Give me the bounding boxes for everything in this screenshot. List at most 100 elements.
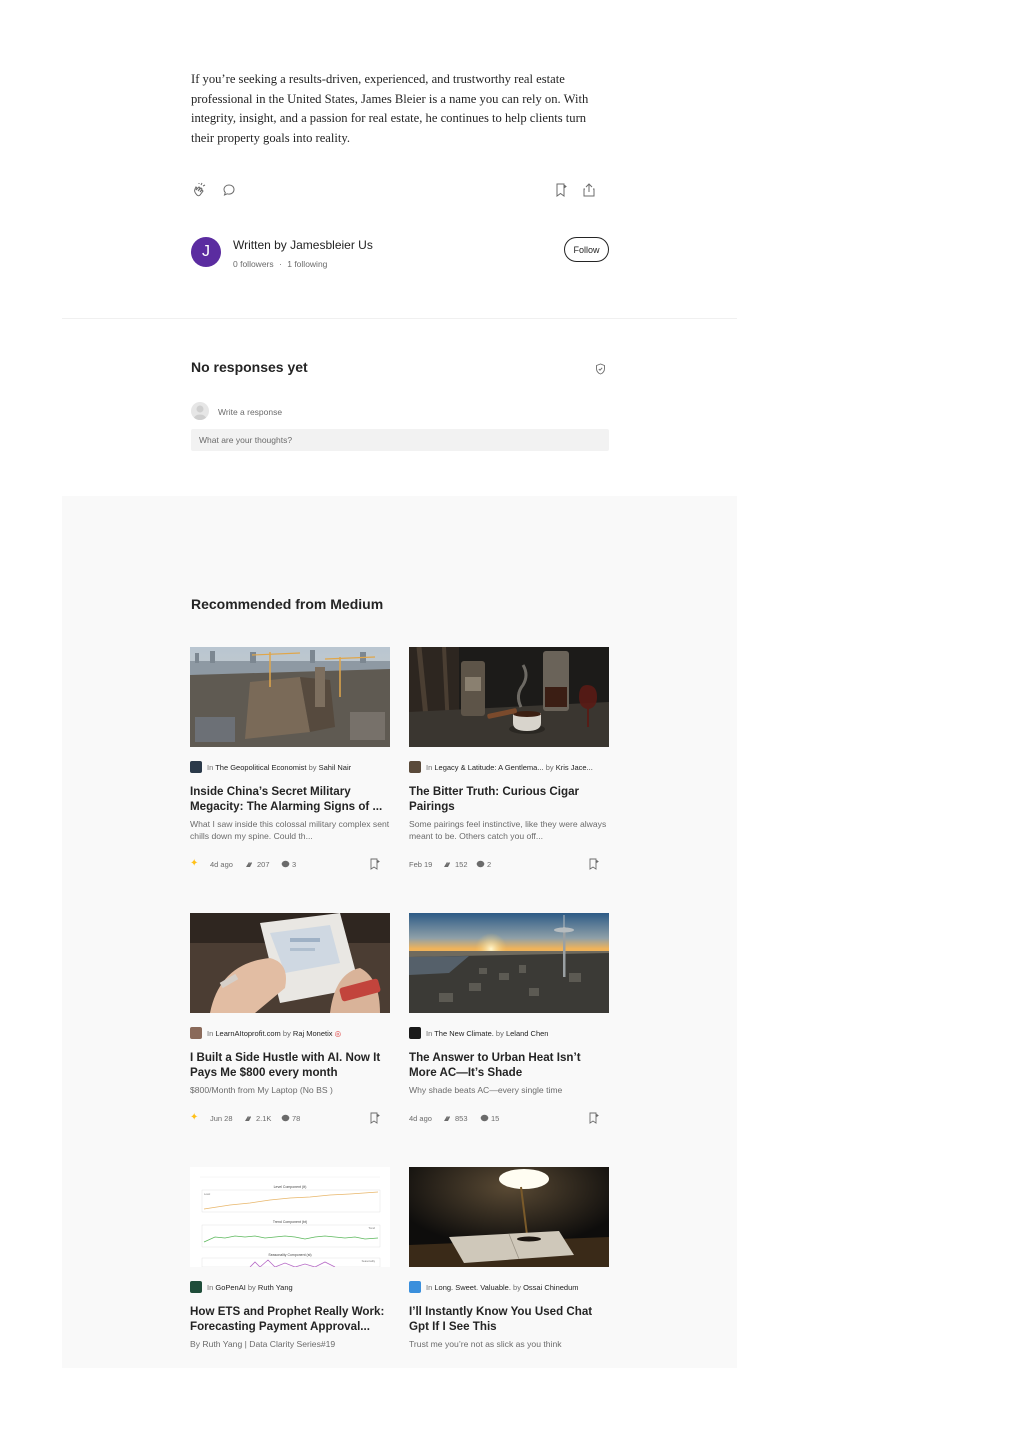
follow-button[interactable]: Follow (564, 237, 609, 262)
card-byline: In LearnAItoprofit.com by Raj Monetix ◎ (190, 1027, 390, 1039)
card-claps: 207 (257, 860, 270, 869)
by-label: by (545, 763, 554, 772)
card-byline: In Long. Sweet. Valuable. by Ossai Chine… (409, 1281, 609, 1293)
card-claps: 152 (455, 860, 468, 869)
publication-logo-icon[interactable] (190, 1027, 202, 1039)
recommended-card[interactable]: In LearnAItoprofit.com by Raj Monetix ◎ … (190, 913, 390, 1124)
bookmark-icon[interactable] (588, 858, 599, 870)
shield-icon[interactable] (595, 362, 606, 375)
card-publication[interactable]: Long. Sweet. Valuable. (434, 1283, 511, 1292)
bookmark-icon[interactable] (553, 182, 569, 198)
in-label: In (207, 1283, 214, 1292)
card-date: Feb 19 (409, 860, 433, 869)
recommended-section: Recommended from Medium In The Geopoliti… (62, 496, 737, 1368)
card-title[interactable]: How ETS and Prophet Really Work: Forecas… (190, 1304, 390, 1334)
clap-icon (245, 1116, 251, 1121)
card-thumbnail-cigar[interactable] (409, 647, 609, 747)
chart-panel-title-2: Trend Component (bt) (273, 1220, 307, 1224)
card-author[interactable]: Kris Jace... (556, 763, 593, 772)
in-label: In (207, 1029, 214, 1038)
recommended-card[interactable]: In Long. Sweet. Valuable. by Ossai Chine… (409, 1167, 609, 1349)
card-author[interactable]: Raj Monetix (293, 1029, 333, 1038)
chart-panel-title-1: Level Component (ℓt) (274, 1185, 307, 1189)
publication-logo-icon[interactable] (409, 761, 421, 773)
card-title[interactable]: The Answer to Urban Heat Isn’t More AC—I… (409, 1050, 609, 1080)
card-thumbnail-city-sunset[interactable] (409, 913, 609, 1013)
in-label: In (426, 1283, 433, 1292)
response-input[interactable] (191, 429, 609, 451)
recommended-card[interactable]: In Legacy & Latitude: A Gentlema... by K… (409, 647, 609, 870)
author-written-by[interactable]: Written by Jamesbleier Us (233, 238, 373, 252)
card-subtitle[interactable]: By Ruth Yang | Data Clarity Series#19 (190, 1338, 390, 1350)
comment-icon[interactable] (221, 182, 237, 198)
recommended-card[interactable]: Level Component (ℓt) Level Trend Compone… (190, 1167, 390, 1349)
bookmark-icon[interactable] (369, 1112, 380, 1124)
author-stats: 0 followers · 1 following (233, 259, 327, 269)
author-following[interactable]: 1 following (287, 259, 327, 269)
article-action-bar (191, 182, 609, 200)
card-title[interactable]: I’ll Instantly Know You Used Chat Gpt If… (409, 1304, 609, 1334)
card-thumbnail-desk-lamp[interactable] (409, 1167, 609, 1267)
in-label: In (426, 763, 433, 772)
card-thumbnail-forecast-chart[interactable]: Level Component (ℓt) Level Trend Compone… (190, 1167, 390, 1267)
section-divider (62, 318, 737, 319)
in-label: In (207, 763, 214, 772)
card-comments: 78 (292, 1114, 301, 1123)
publication-logo-icon[interactable] (190, 761, 202, 773)
card-title[interactable]: I Built a Side Hustle with AI. Now It Pa… (190, 1050, 390, 1080)
recommended-card[interactable]: In The Geopolitical Economist by Sahil N… (190, 647, 390, 870)
author-avatar[interactable]: J (191, 237, 221, 267)
by-label: by (282, 1029, 291, 1038)
card-author[interactable]: Sahil Nair (319, 763, 352, 772)
chart-legend-2: Trend (368, 1226, 375, 1230)
card-publication[interactable]: The New Climate. (434, 1029, 494, 1038)
card-subtitle[interactable]: Why shade beats AC—every single time (409, 1084, 609, 1096)
card-publication[interactable]: Legacy & Latitude: A Gentlema... (434, 763, 543, 772)
card-subtitle[interactable]: $800/Month from My Laptop (No BS ) (190, 1084, 390, 1096)
card-publication[interactable]: GoPenAI (215, 1283, 245, 1292)
by-label: by (513, 1283, 521, 1292)
in-label: In (426, 1029, 433, 1038)
card-byline: In GoPenAI by Ruth Yang (190, 1281, 390, 1293)
chart-legend-3: Seasonality (362, 1259, 376, 1263)
card-claps: 2.1K (256, 1114, 272, 1123)
chart-panel-title-3: Seasonality Component (st) (268, 1253, 311, 1257)
card-byline: In The New Climate. by Leland Chen (409, 1027, 609, 1039)
card-date: Jun 28 (210, 1114, 233, 1123)
card-subtitle[interactable]: Some pairings feel instinctive, like the… (409, 818, 609, 842)
bookmark-icon[interactable] (369, 858, 380, 870)
clap-icon (246, 862, 252, 867)
publication-logo-icon[interactable] (190, 1281, 202, 1293)
article-closing-paragraph: If you’re seeking a results-driven, expe… (191, 72, 589, 145)
by-label: by (247, 1283, 256, 1292)
clap-icon[interactable] (192, 182, 208, 198)
by-label: by (308, 763, 317, 772)
card-author[interactable]: Ossai Chinedum (523, 1283, 578, 1292)
card-subtitle[interactable]: Trust me you’re not as slick as you thin… (409, 1338, 609, 1350)
card-publication[interactable]: The Geopolitical Economist (215, 763, 306, 772)
card-meta: Feb 19 152 2 (409, 858, 609, 870)
comment-icon (476, 860, 485, 868)
stats-separator: · (279, 259, 282, 269)
card-author[interactable]: Ruth Yang (258, 1283, 293, 1292)
comment-icon (281, 1114, 290, 1122)
card-author[interactable]: Leland Chen (506, 1029, 549, 1038)
write-response-row: Write a response (191, 402, 609, 422)
card-publication[interactable]: LearnAItoprofit.com (215, 1029, 280, 1038)
card-subtitle[interactable]: What I saw inside this colossal military… (190, 818, 390, 842)
bookmark-icon[interactable] (588, 1112, 599, 1124)
card-title[interactable]: Inside China’s Secret Military Megacity:… (190, 784, 390, 814)
publication-logo-icon[interactable] (409, 1281, 421, 1293)
clap-icon (444, 1116, 450, 1121)
recommended-card[interactable]: In The New Climate. by Leland Chen The A… (409, 913, 609, 1124)
comment-icon (281, 860, 290, 868)
card-thumbnail-paper-hands[interactable] (190, 913, 390, 1013)
member-star-icon: ✦ (190, 858, 199, 869)
card-thumbnail-construction[interactable] (190, 647, 390, 747)
card-title[interactable]: The Bitter Truth: Curious Cigar Pairings (409, 784, 609, 814)
share-icon[interactable] (581, 182, 597, 198)
author-followers[interactable]: 0 followers (233, 259, 274, 269)
card-byline: In Legacy & Latitude: A Gentlema... by K… (409, 761, 609, 773)
responses-title: No responses yet (191, 359, 308, 375)
publication-logo-icon[interactable] (409, 1027, 421, 1039)
